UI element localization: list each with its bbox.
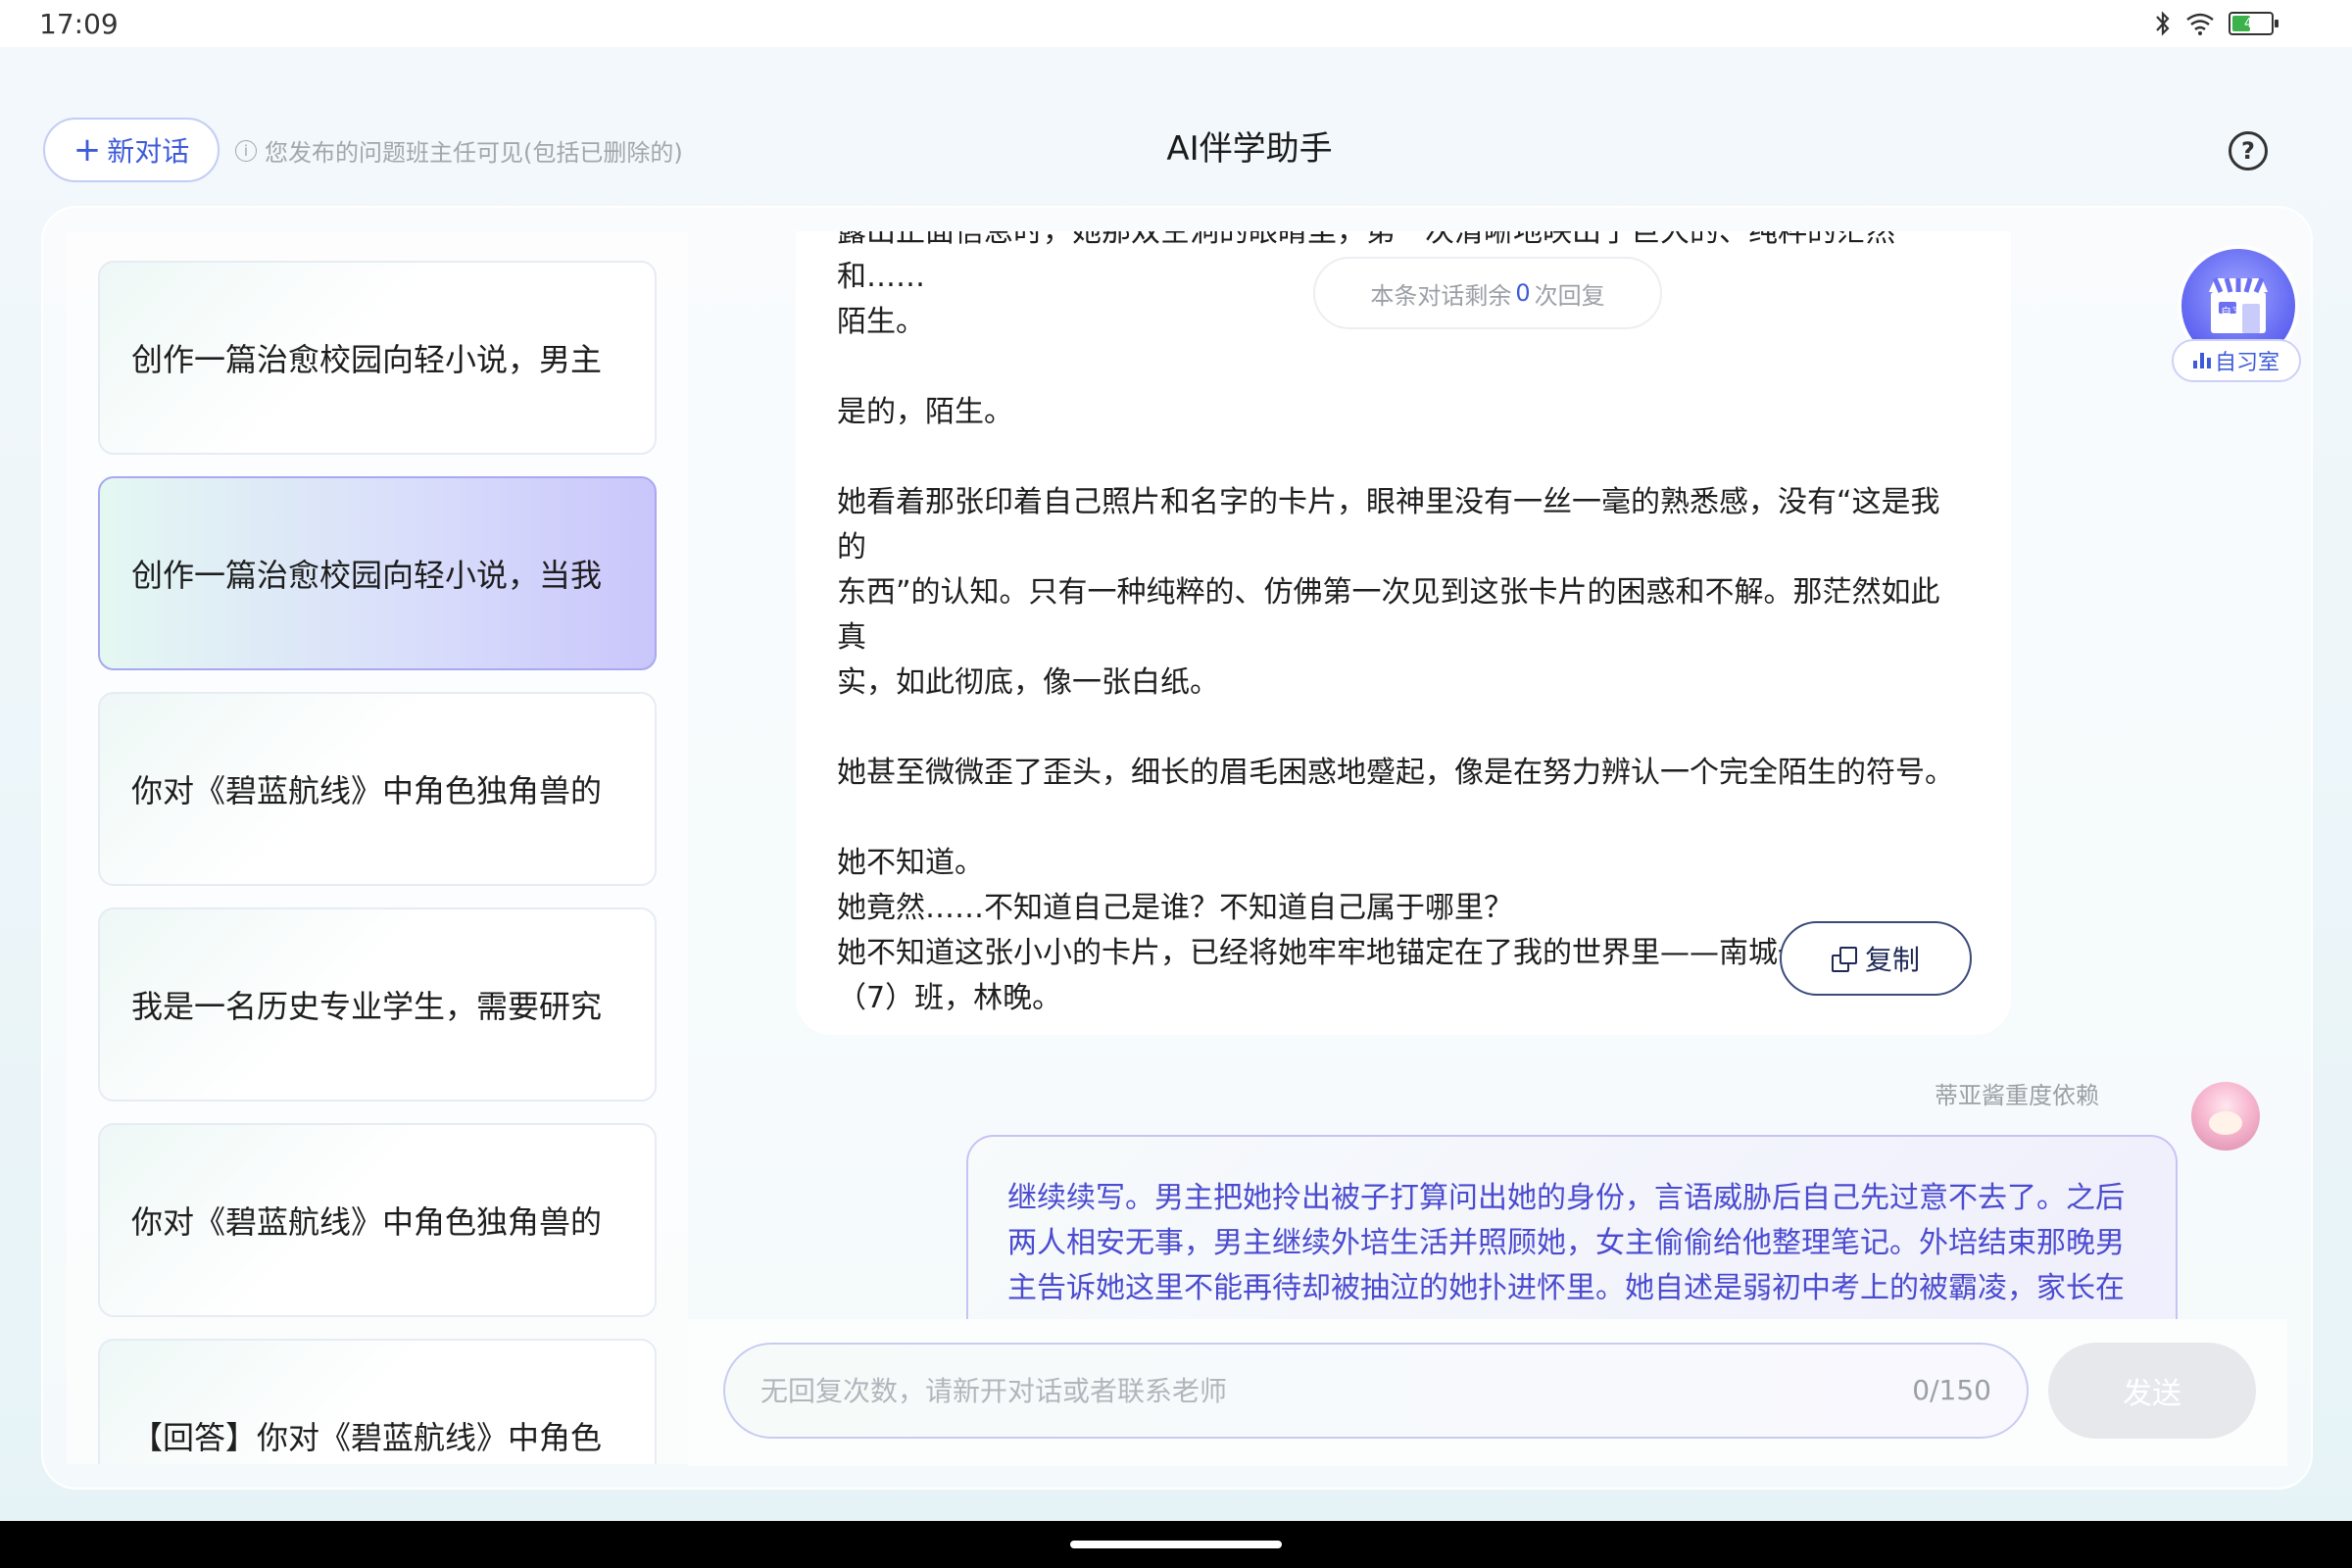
study-room-button[interactable]: 自习 自习室 xyxy=(2170,245,2303,392)
user-message-bubble: 继续续写。男主把她拎出被子打算问出她的身份，言语威胁后自己先过意不去了。之后两人… xyxy=(966,1135,2178,1319)
home-indicator[interactable] xyxy=(1070,1541,1282,1548)
navigation-bar xyxy=(0,1521,2352,1568)
conversation-title: 创作一篇治愈校园向轻小说，男主 xyxy=(131,341,603,378)
study-room-label-wrap: 自习室 xyxy=(2172,339,2301,382)
status-bar: 17:09 44 xyxy=(0,0,2352,47)
conversation-item[interactable]: 我是一名历史专业学生，需要研究 xyxy=(98,907,657,1102)
message-input[interactable] xyxy=(760,1345,1838,1437)
chat-area[interactable]: 露出正面信息时，她那双空洞的眼睛里，第一次清晰地映出了巨大的、纯粹的茫然和…… … xyxy=(688,231,2287,1319)
remaining-prefix: 本条对话剩余 xyxy=(1370,281,1512,310)
ai-line: 她不知道。 xyxy=(837,846,984,880)
conversation-item[interactable]: 【回答】你对《碧蓝航线》中角色 xyxy=(98,1339,657,1464)
bar-chart-icon xyxy=(2192,353,2211,368)
remaining-replies-badge: 本条对话剩余 0 次回复 xyxy=(1313,257,1662,329)
ai-line: 东西”的认知。只有一种纯粹的、仿佛第一次见到这张卡片的困惑和不解。那茫然如此真 xyxy=(837,575,1940,655)
battery-level: 44 xyxy=(2244,16,2261,31)
message-input-box[interactable]: 0/150 xyxy=(723,1343,2029,1439)
system-icons: 44 xyxy=(2154,8,2278,39)
user-message-text: 继续续写。男主把她拎出被子打算问出她的身份，言语威胁后自己先过意不去了。之后两人… xyxy=(1007,1181,2125,1305)
study-room-label: 自习室 xyxy=(2214,351,2279,375)
conversation-title: 创作一篇治愈校园向轻小说，当我 xyxy=(131,557,603,594)
remaining-suffix: 次回复 xyxy=(1534,281,1605,310)
avatar xyxy=(2191,1082,2260,1151)
ai-message-text: 露出正面信息时，她那双空洞的眼睛里，第一次清晰地映出了巨大的、纯粹的茫然和…… … xyxy=(837,231,1964,1021)
store-sign: 自习 xyxy=(2221,306,2242,318)
wifi-icon xyxy=(2186,13,2214,35)
copy-label: 复制 xyxy=(1864,944,1920,976)
remaining-count: 0 xyxy=(1515,279,1531,307)
ai-line: 是的，陌生。 xyxy=(837,395,1013,429)
ai-line: 她竟然……不知道自己是谁？不知道自己属于哪里？ xyxy=(837,891,1513,925)
conversation-title: 【回答】你对《碧蓝航线》中角色 xyxy=(131,1419,603,1456)
user-name: 蒂亚酱重度依赖 xyxy=(1935,1082,2099,1109)
conversation-sidebar[interactable]: 创作一篇治愈校园向轻小说，男主 创作一篇治愈校园向轻小说，当我 你对《碧蓝航线》… xyxy=(67,231,688,1464)
bluetooth-icon xyxy=(2156,11,2170,36)
conversation-title: 我是一名历史专业学生，需要研究 xyxy=(131,988,603,1025)
char-counter: 0/150 xyxy=(1912,1374,1991,1406)
conversation-item[interactable]: 你对《碧蓝航线》中角色独角兽的 xyxy=(98,1123,657,1317)
conversation-item[interactable]: 你对《碧蓝航线》中角色独角兽的 xyxy=(98,692,657,886)
copy-button[interactable]: 复制 xyxy=(1780,921,1972,996)
battery-icon: 44 xyxy=(2229,12,2278,35)
input-area: 0/150 发送 xyxy=(688,1319,2287,1466)
copy-icon xyxy=(1831,947,1857,972)
conversation-item-active[interactable]: 创作一篇治愈校园向轻小说，当我 xyxy=(98,476,657,670)
ai-line: 她甚至微微歪了歪头，细长的眉毛困惑地蹙起，像是在努力辨认一个完全陌生的符号。 xyxy=(837,756,1954,790)
help-icon[interactable]: ? xyxy=(2229,131,2268,171)
ai-line: 实，如此彻底，像一张白纸。 xyxy=(837,665,1219,700)
send-button[interactable]: 发送 xyxy=(2048,1343,2256,1439)
conversation-item[interactable]: 创作一篇治愈校园向轻小说，男主 xyxy=(98,261,657,455)
ai-line: 她看着那张印着自己照片和名字的卡片，眼神里没有一丝一毫的熟悉感，没有“这是我的 xyxy=(837,485,1940,564)
conversation-title: 你对《碧蓝航线》中角色独角兽的 xyxy=(131,772,603,809)
status-time: 17:09 xyxy=(39,8,119,40)
conversation-title: 你对《碧蓝航线》中角色独角兽的 xyxy=(131,1203,603,1241)
page-title: AI伴学助手 xyxy=(1166,129,1333,169)
